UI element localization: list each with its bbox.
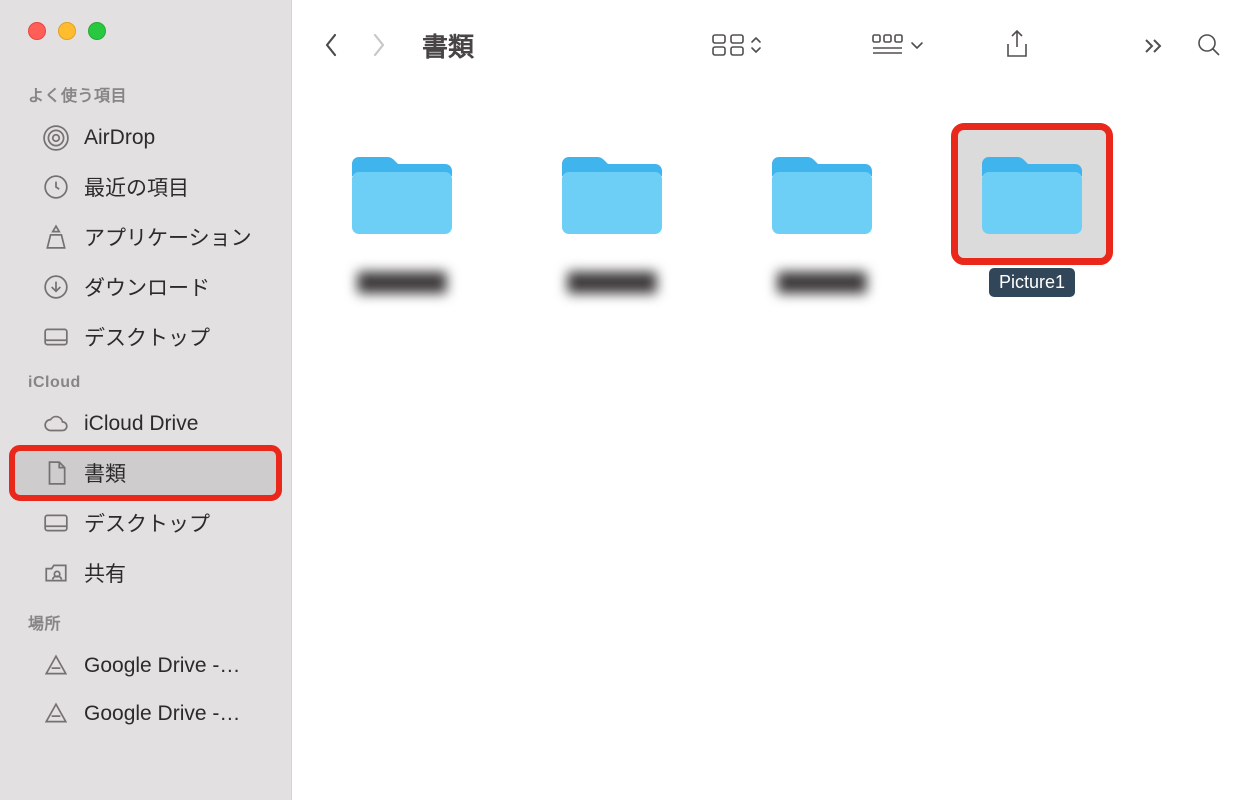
close-window-button[interactable] [28,22,46,40]
nav-arrows [320,28,390,62]
sidebar-item-documents[interactable]: 書類 [12,448,279,498]
folder-label: Picture1 [989,268,1075,297]
folder-content[interactable]: ███████ ███████ ███████ Picture1 [292,90,1257,800]
window-traffic-lights [0,10,291,70]
folder-item[interactable]: ███████ [722,130,922,297]
main-area: 書類 ███████ [292,0,1257,800]
shared-icon [42,559,70,587]
toolbar: 書類 [292,0,1257,90]
minimize-window-button[interactable] [58,22,76,40]
page-title: 書類 [422,27,474,64]
sidebar-item-label: アプリケーション [84,222,252,252]
folder-icon [538,130,686,258]
group-by-button[interactable] [865,28,931,62]
folder-item[interactable]: ███████ [512,130,712,297]
sidebar-item-label: Google Drive -… [84,654,240,678]
sidebar: よく使う項目 AirDrop 最近の項目 アプリケーション ダウンロード デスク… [0,0,292,800]
sidebar-item-recents[interactable]: 最近の項目 [12,162,279,212]
sidebar-item-applications[interactable]: アプリケーション [12,212,279,262]
folder-label: ███████ [347,268,456,297]
sidebar-item-icloud-desktop[interactable]: デスクトップ [12,498,279,548]
sidebar-item-label: デスクトップ [84,508,210,538]
sidebar-item-icloud-drive[interactable]: iCloud Drive [12,400,279,448]
sidebar-item-label: iCloud Drive [84,412,198,436]
desktop-icon [42,323,70,351]
maximize-window-button[interactable] [88,22,106,40]
folder-icon [328,130,476,258]
sidebar-section-locations: 場所 [0,598,291,642]
sidebar-item-airdrop[interactable]: AirDrop [12,114,279,162]
sidebar-item-label: Google Drive -… [84,702,240,726]
sidebar-item-label: AirDrop [84,126,155,150]
sidebar-item-label: ダウンロード [84,272,210,302]
folder-label: ███████ [557,268,666,297]
view-mode-button[interactable] [705,27,769,63]
sidebar-section-icloud: iCloud [0,362,291,400]
document-icon [42,459,70,487]
sidebar-item-downloads[interactable]: ダウンロード [12,262,279,312]
sidebar-section-favorites: よく使う項目 [0,70,291,114]
app-icon [42,223,70,251]
sidebar-item-label: 書類 [84,458,126,488]
sidebar-item-label: デスクトップ [84,322,210,352]
airdrop-icon [42,124,70,152]
cloud-icon [42,410,70,438]
sidebar-item-desktop[interactable]: デスクトップ [12,312,279,362]
sidebar-item-label: 共有 [84,558,126,588]
sidebar-item-shared[interactable]: 共有 [12,548,279,598]
clock-icon [42,173,70,201]
share-button[interactable] [997,24,1037,66]
overflow-button[interactable] [1133,31,1171,59]
folder-item-picture1[interactable]: Picture1 [932,130,1132,297]
download-icon [42,273,70,301]
folder-label: ███████ [767,268,876,297]
search-button[interactable] [1189,27,1229,63]
sidebar-item-label: 最近の項目 [84,172,189,202]
folder-icon [748,130,896,258]
forward-button[interactable] [368,28,390,62]
folder-icon [958,130,1106,258]
back-button[interactable] [320,28,342,62]
sidebar-item-google-drive-1[interactable]: Google Drive -… [12,690,279,738]
sidebar-item-google-drive-0[interactable]: Google Drive -… [12,642,279,690]
drive-icon [42,700,70,728]
desktop-icon [42,509,70,537]
drive-icon [42,652,70,680]
folder-item[interactable]: ███████ [302,130,502,297]
